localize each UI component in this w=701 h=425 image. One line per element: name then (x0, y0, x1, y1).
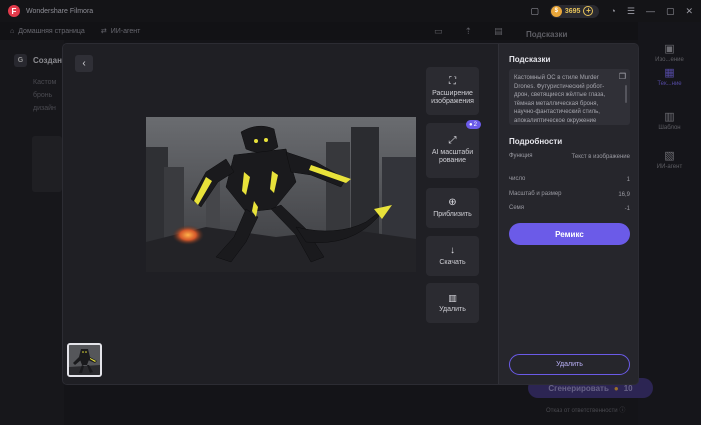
maximize-icon[interactable]: ▢ (666, 6, 675, 17)
tool-label: Расширение изображения (431, 89, 474, 105)
menu-icon[interactable]: ☰ (627, 6, 635, 17)
ai-upscale-button[interactable]: ● 2 ⤢ AI масштабирование (426, 120, 481, 178)
badge-count: 2 (473, 121, 477, 128)
title-bar: F Wondershare Filmora ▢ $ 3695 + ◔ ☰ — ▢… (0, 0, 701, 22)
trash-icon: ▥ (448, 292, 457, 303)
prompt-text: Кастомный ОС в стиле Murder Drones. Футу… (514, 75, 606, 124)
detail-row-ratio: Масштаб и размер 16,9 (509, 191, 630, 198)
download-button[interactable]: ↓ Скачать (426, 236, 479, 276)
chevron-left-icon: ‹ (82, 58, 86, 69)
add-coins-icon[interactable]: + (583, 6, 594, 16)
generated-image (146, 117, 416, 272)
detail-value: 1 (626, 177, 630, 183)
coin-balance[interactable]: $ 3695 + (549, 4, 600, 18)
detail-label: Функция (509, 153, 533, 159)
app-title: Wondershare Filmora (26, 7, 94, 15)
detail-row-function: Функция Текст в изображение (509, 153, 630, 160)
zoom-in-icon: ⊕ (448, 196, 457, 208)
remix-button[interactable]: Ремикс (509, 223, 630, 245)
coin-count: 3695 (564, 7, 581, 15)
details-title: Подробности (509, 137, 563, 146)
prompt-text-box[interactable]: Кастомный ОС в стиле Murder Drones. Футу… (509, 69, 630, 125)
copy-icon[interactable]: ❐ (619, 72, 626, 82)
tablet-icon[interactable]: ▢ (530, 6, 539, 17)
prompts-title: Подсказки (509, 55, 551, 64)
robot-artwork (146, 117, 416, 272)
delete-button[interactable]: Удалить (509, 354, 630, 375)
image-detail-modal: ‹ ⛶ Расширение изображения ● 2 ⤢ AI масш… (63, 44, 638, 384)
upscale-cost-badge: ● 2 (466, 120, 481, 129)
detail-value: -1 (624, 206, 630, 212)
detail-row-seed: Семя -1 (509, 205, 630, 212)
zoom-in-button[interactable]: ⊕ Приблизить (426, 188, 479, 228)
detail-value: Текст в изображение (571, 154, 630, 160)
image-preview-area: ‹ ⛶ Расширение изображения ● 2 ⤢ AI масш… (63, 44, 498, 384)
notification-icon[interactable]: ◔ (610, 6, 615, 16)
app-logo-icon: F (8, 5, 20, 17)
tool-label: Скачать (439, 258, 466, 266)
close-icon[interactable]: ✕ (685, 6, 693, 17)
title-bar-controls: ▢ $ 3695 + ◔ ☰ — ▢ ✕ (530, 0, 693, 22)
coin-icon: $ (550, 5, 562, 17)
detail-label: Масштаб и размер (509, 191, 562, 197)
selected-thumbnail[interactable] (67, 343, 102, 377)
detail-row-count: число 1 (509, 176, 630, 183)
detail-value: 16,9 (618, 192, 630, 198)
prompt-scrollbar[interactable] (625, 85, 627, 103)
expand-image-icon: ⛶ (449, 75, 456, 87)
upscale-icon: ⤢ (448, 135, 457, 146)
detail-label: число (509, 176, 526, 182)
download-icon: ↓ (450, 244, 455, 256)
details-panel: Подсказки Кастомный ОС в стиле Murder Dr… (498, 44, 638, 384)
tool-label: Приблизить (433, 210, 472, 218)
coin-icon: ● (469, 121, 473, 128)
tool-label: AI масштабирование (431, 149, 474, 164)
back-button[interactable]: ‹ (75, 55, 93, 72)
minimize-icon[interactable]: — (646, 6, 655, 16)
tool-label: Удалить (439, 305, 466, 313)
detail-label: Семя (509, 205, 525, 211)
thumbnail-artwork (69, 345, 100, 375)
delete-tool-button[interactable]: ▥ Удалить (426, 283, 479, 323)
expand-image-button[interactable]: ⛶ Расширение изображения (426, 67, 479, 115)
